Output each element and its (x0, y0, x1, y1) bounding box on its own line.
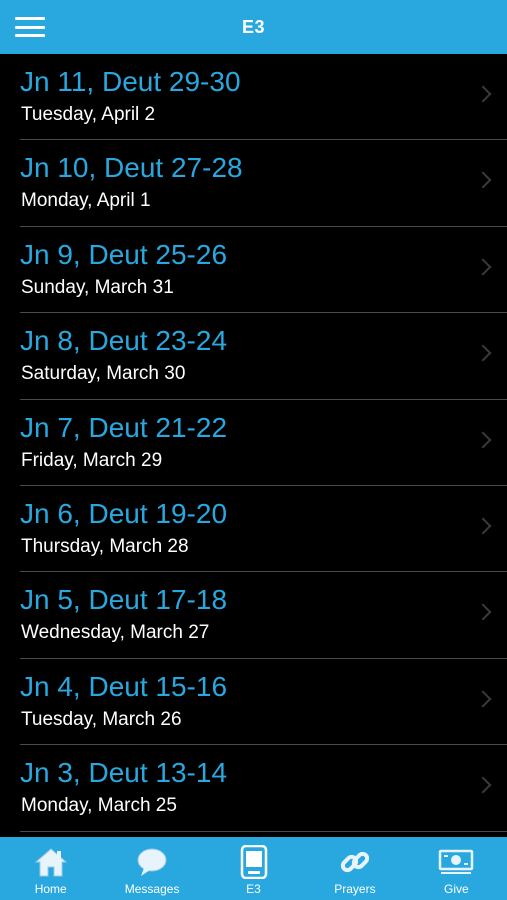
chevron-right-icon (474, 603, 492, 621)
tab-label: E3 (246, 882, 261, 896)
tab-e3[interactable]: E3 (203, 837, 304, 900)
list-item[interactable]: Jn 6, Deut 19-20 Thursday, March 28 (20, 486, 507, 573)
reading-date: Tuesday, April 2 (21, 104, 156, 125)
tab-label: Home (34, 882, 67, 896)
reading-title: Jn 3, Deut 13-14 (20, 757, 228, 789)
reading-title: Jn 9, Deut 25-26 (20, 238, 228, 270)
reading-date: Thursday, March 28 (21, 535, 189, 557)
list-item[interactable]: Jn 8, Deut 23-24 Saturday, March 30 (20, 313, 507, 400)
chevron-right-icon (474, 517, 492, 535)
reading-title: Jn 6, Deut 19-20 (20, 497, 228, 529)
tab-messages[interactable]: Messages (101, 837, 202, 900)
reading-date: Friday, March 29 (21, 449, 163, 471)
tab-label: Messages (124, 882, 180, 896)
chevron-right-icon (474, 258, 492, 276)
tab-label: Prayers (334, 882, 376, 896)
hamburger-menu-icon[interactable] (14, 14, 46, 40)
chevron-right-icon (474, 171, 492, 189)
reading-title: Jn 5, Deut 17-18 (20, 584, 228, 616)
reading-date: Sunday, March 31 (21, 276, 174, 298)
list-item[interactable]: Jn 9, Deut 25-26 Sunday, March 31 (20, 227, 507, 314)
readings-list[interactable]: Jn 11, Deut 29-30 Tuesday, April 2 Jn 10… (0, 54, 507, 837)
top-app-bar: E3 (0, 0, 507, 54)
money-icon (438, 844, 474, 880)
reading-date: Saturday, March 30 (21, 363, 186, 385)
list-item[interactable]: Jn 11, Deut 29-30 Tuesday, April 2 (20, 54, 507, 141)
reading-title: Jn 11, Deut 29-30 (20, 66, 241, 97)
tab-prayers[interactable]: Prayers (304, 837, 405, 900)
list-item[interactable]: Jn 7, Deut 21-22 Friday, March 29 (20, 400, 507, 486)
chevron-right-icon (474, 690, 492, 708)
reading-date: Monday, March 25 (21, 795, 177, 817)
reading-date: Tuesday, March 26 (21, 708, 182, 730)
chevron-right-icon (474, 431, 492, 449)
tab-home[interactable]: Home (0, 837, 101, 900)
list-item[interactable]: Jn 3, Deut 13-14 Monday, March 25 (20, 745, 507, 832)
chevron-right-icon (474, 344, 492, 362)
reading-title: Jn 4, Deut 15-16 (20, 670, 228, 702)
chat-bubble-icon (135, 844, 169, 880)
reading-title: Jn 7, Deut 21-22 (20, 411, 228, 443)
bottom-tab-bar: Home Messages E3 Prayers Give (0, 837, 507, 900)
reading-title: Jn 10, Deut 27-28 (20, 152, 243, 184)
list-item[interactable]: Jn 10, Deut 27-28 Monday, April 1 (20, 140, 507, 227)
home-icon (34, 844, 68, 880)
list-item[interactable]: Jn 5, Deut 17-18 Wednesday, March 27 (20, 572, 507, 659)
tab-label: Give (443, 882, 469, 896)
reading-date: Monday, April 1 (21, 190, 151, 212)
tab-give[interactable]: Give (406, 837, 507, 900)
reading-date: Wednesday, March 27 (21, 622, 210, 644)
chain-link-icon (338, 844, 372, 880)
chevron-right-icon (474, 776, 492, 794)
e3-app-icon (239, 844, 269, 880)
list-item[interactable]: Jn 4, Deut 15-16 Tuesday, March 26 (20, 659, 507, 746)
chevron-right-icon (474, 85, 492, 103)
page-title: E3 (241, 16, 266, 37)
reading-title: Jn 8, Deut 23-24 (20, 325, 228, 357)
